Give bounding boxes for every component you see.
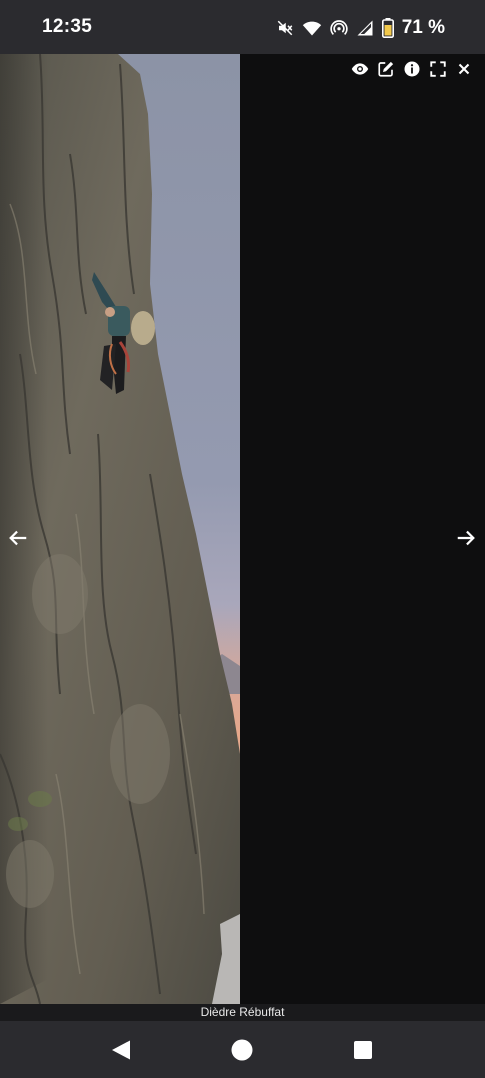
caption-bar: Dièdre Rébuffat — [0, 1004, 485, 1021]
image-caption: Dièdre Rébuffat — [200, 1005, 285, 1019]
mute-icon — [276, 19, 294, 37]
recents-icon[interactable] — [351, 1038, 375, 1062]
system-nav-bar — [0, 1021, 485, 1078]
signal-icon — [356, 19, 374, 37]
eye-icon[interactable] — [351, 60, 369, 78]
battery-icon — [381, 18, 394, 38]
image-viewer: Dièdre Rébuffat — [0, 54, 485, 1021]
info-icon[interactable] — [403, 60, 421, 78]
viewer-toolbar — [351, 60, 473, 78]
hotspot-icon — [330, 19, 348, 37]
arrow-left-icon[interactable] — [7, 527, 29, 549]
close-icon[interactable] — [455, 60, 473, 78]
status-bar: 12:35 71 % — [0, 0, 485, 54]
status-time: 12:35 — [42, 16, 93, 37]
fullscreen-icon[interactable] — [429, 60, 447, 78]
climbing-photo[interactable] — [0, 54, 240, 1004]
edit-icon[interactable] — [377, 60, 395, 78]
back-icon[interactable] — [109, 1038, 133, 1062]
wifi-icon — [302, 19, 322, 37]
home-icon[interactable] — [230, 1038, 254, 1062]
battery-percent: 71 % — [401, 17, 445, 38]
status-icons: 71 % — [276, 15, 445, 41]
arrow-right-icon[interactable] — [455, 527, 477, 549]
